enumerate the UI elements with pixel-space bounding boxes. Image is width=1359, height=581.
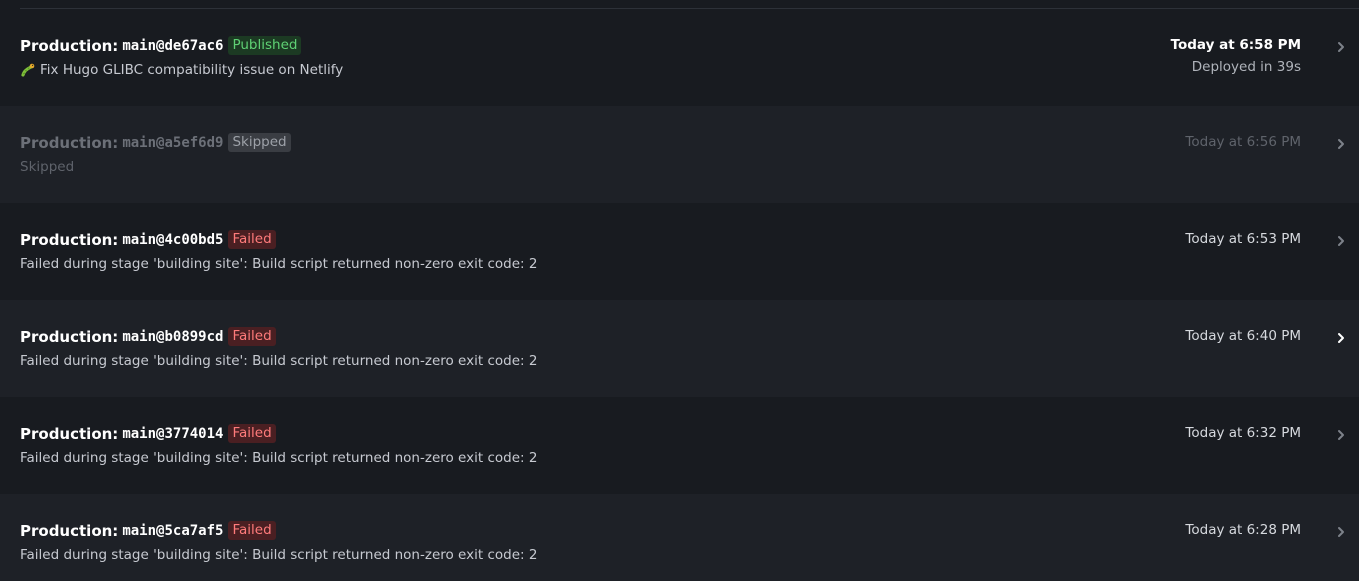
deploy-title: Production: main@5ca7af5 Failed: [20, 521, 276, 540]
chevron-right-icon: [1338, 236, 1344, 246]
chevron-right-icon: [1338, 42, 1344, 52]
status-badge: Failed: [228, 424, 276, 443]
deploy-time: Today at 6:28 PM: [1185, 522, 1301, 538]
deploy-commit-ref: main@5ca7af5: [122, 522, 224, 539]
status-badge: Failed: [228, 521, 276, 540]
deploy-message-text: Failed during stage 'building site': Bui…: [20, 353, 538, 369]
chevron-right-icon: [1338, 139, 1344, 149]
deploy-time: Today at 6:32 PM: [1185, 425, 1301, 441]
deploy-list: Production: main@de67ac6 Published Fix H…: [0, 0, 1359, 581]
deploy-meta: Today at 6:56 PM: [1185, 134, 1301, 150]
deploy-context: Production:: [20, 424, 119, 443]
deploy-row[interactable]: Production: main@a5ef6d9 Skipped Skipped…: [0, 106, 1359, 203]
deploy-message-text: Fix Hugo GLIBC compatibility issue on Ne…: [40, 62, 344, 78]
deploy-message-text: Skipped: [20, 159, 75, 175]
deploy-time: Today at 6:53 PM: [1185, 231, 1301, 247]
deploy-message: Failed during stage 'building site': Bui…: [20, 547, 537, 563]
chevron-right-icon: [1338, 430, 1344, 440]
deploy-commit-ref: main@3774014: [122, 425, 224, 442]
deploy-title: Production: main@3774014 Failed: [20, 424, 276, 443]
deploy-message: Failed during stage 'building site': Bui…: [20, 353, 537, 369]
deploy-row[interactable]: Production: main@b0899cd Failed Failed d…: [0, 300, 1359, 397]
deploy-time: Today at 6:56 PM: [1185, 134, 1301, 150]
deploy-row[interactable]: Production: main@5ca7af5 Failed Failed d…: [0, 494, 1359, 581]
deploy-message-text: Failed during stage 'building site': Bui…: [20, 547, 538, 563]
status-badge: Skipped: [228, 133, 291, 152]
deploy-message: Failed during stage 'building site': Bui…: [20, 256, 537, 272]
deploy-message-text: Failed during stage 'building site': Bui…: [20, 450, 538, 466]
deploy-time: Today at 6:40 PM: [1185, 328, 1301, 344]
chevron-right-icon: [1338, 333, 1344, 343]
deploy-context: Production:: [20, 36, 119, 55]
bug-icon: [21, 63, 35, 77]
status-badge: Failed: [228, 230, 276, 249]
deploy-meta: Today at 6:28 PM: [1185, 522, 1301, 538]
deploy-commit-ref: main@b0899cd: [122, 328, 224, 345]
deploy-commit-ref: main@4c00bd5: [122, 231, 224, 248]
status-badge: Failed: [228, 327, 276, 346]
deploy-commit-ref: main@de67ac6: [122, 37, 224, 54]
chevron-right-icon: [1338, 527, 1344, 537]
deploy-duration: Deployed in 39s: [1191, 59, 1301, 75]
deploy-row[interactable]: Production: main@3774014 Failed Failed d…: [0, 397, 1359, 494]
deploy-context: Production:: [20, 521, 119, 540]
deploy-meta: Today at 6:40 PM: [1185, 328, 1301, 344]
deploy-message: Fix Hugo GLIBC compatibility issue on Ne…: [20, 62, 343, 78]
deploy-message-text: Failed during stage 'building site': Bui…: [20, 256, 538, 272]
deploy-title: Production: main@a5ef6d9 Skipped: [20, 133, 291, 152]
deploy-commit-ref: main@a5ef6d9: [122, 134, 224, 151]
deploy-context: Production:: [20, 133, 119, 152]
deploy-row[interactable]: Production: main@de67ac6 Published Fix H…: [0, 9, 1359, 106]
deploy-message: Failed during stage 'building site': Bui…: [20, 450, 537, 466]
deploy-title: Production: main@de67ac6 Published: [20, 36, 302, 55]
deploy-time: Today at 6:58 PM: [1170, 37, 1301, 53]
deploy-context: Production:: [20, 327, 119, 346]
deploy-context: Production:: [20, 230, 119, 249]
deploy-row[interactable]: Production: main@4c00bd5 Failed Failed d…: [0, 203, 1359, 300]
deploy-message: Skipped: [20, 159, 74, 175]
deploy-title: Production: main@b0899cd Failed: [20, 327, 276, 346]
deploy-meta: Today at 6:32 PM: [1185, 425, 1301, 441]
status-badge: Published: [228, 36, 302, 55]
deploy-meta: Today at 6:58 PM Deployed in 39s: [1171, 37, 1301, 75]
deploy-meta: Today at 6:53 PM: [1185, 231, 1301, 247]
deploy-title: Production: main@4c00bd5 Failed: [20, 230, 276, 249]
